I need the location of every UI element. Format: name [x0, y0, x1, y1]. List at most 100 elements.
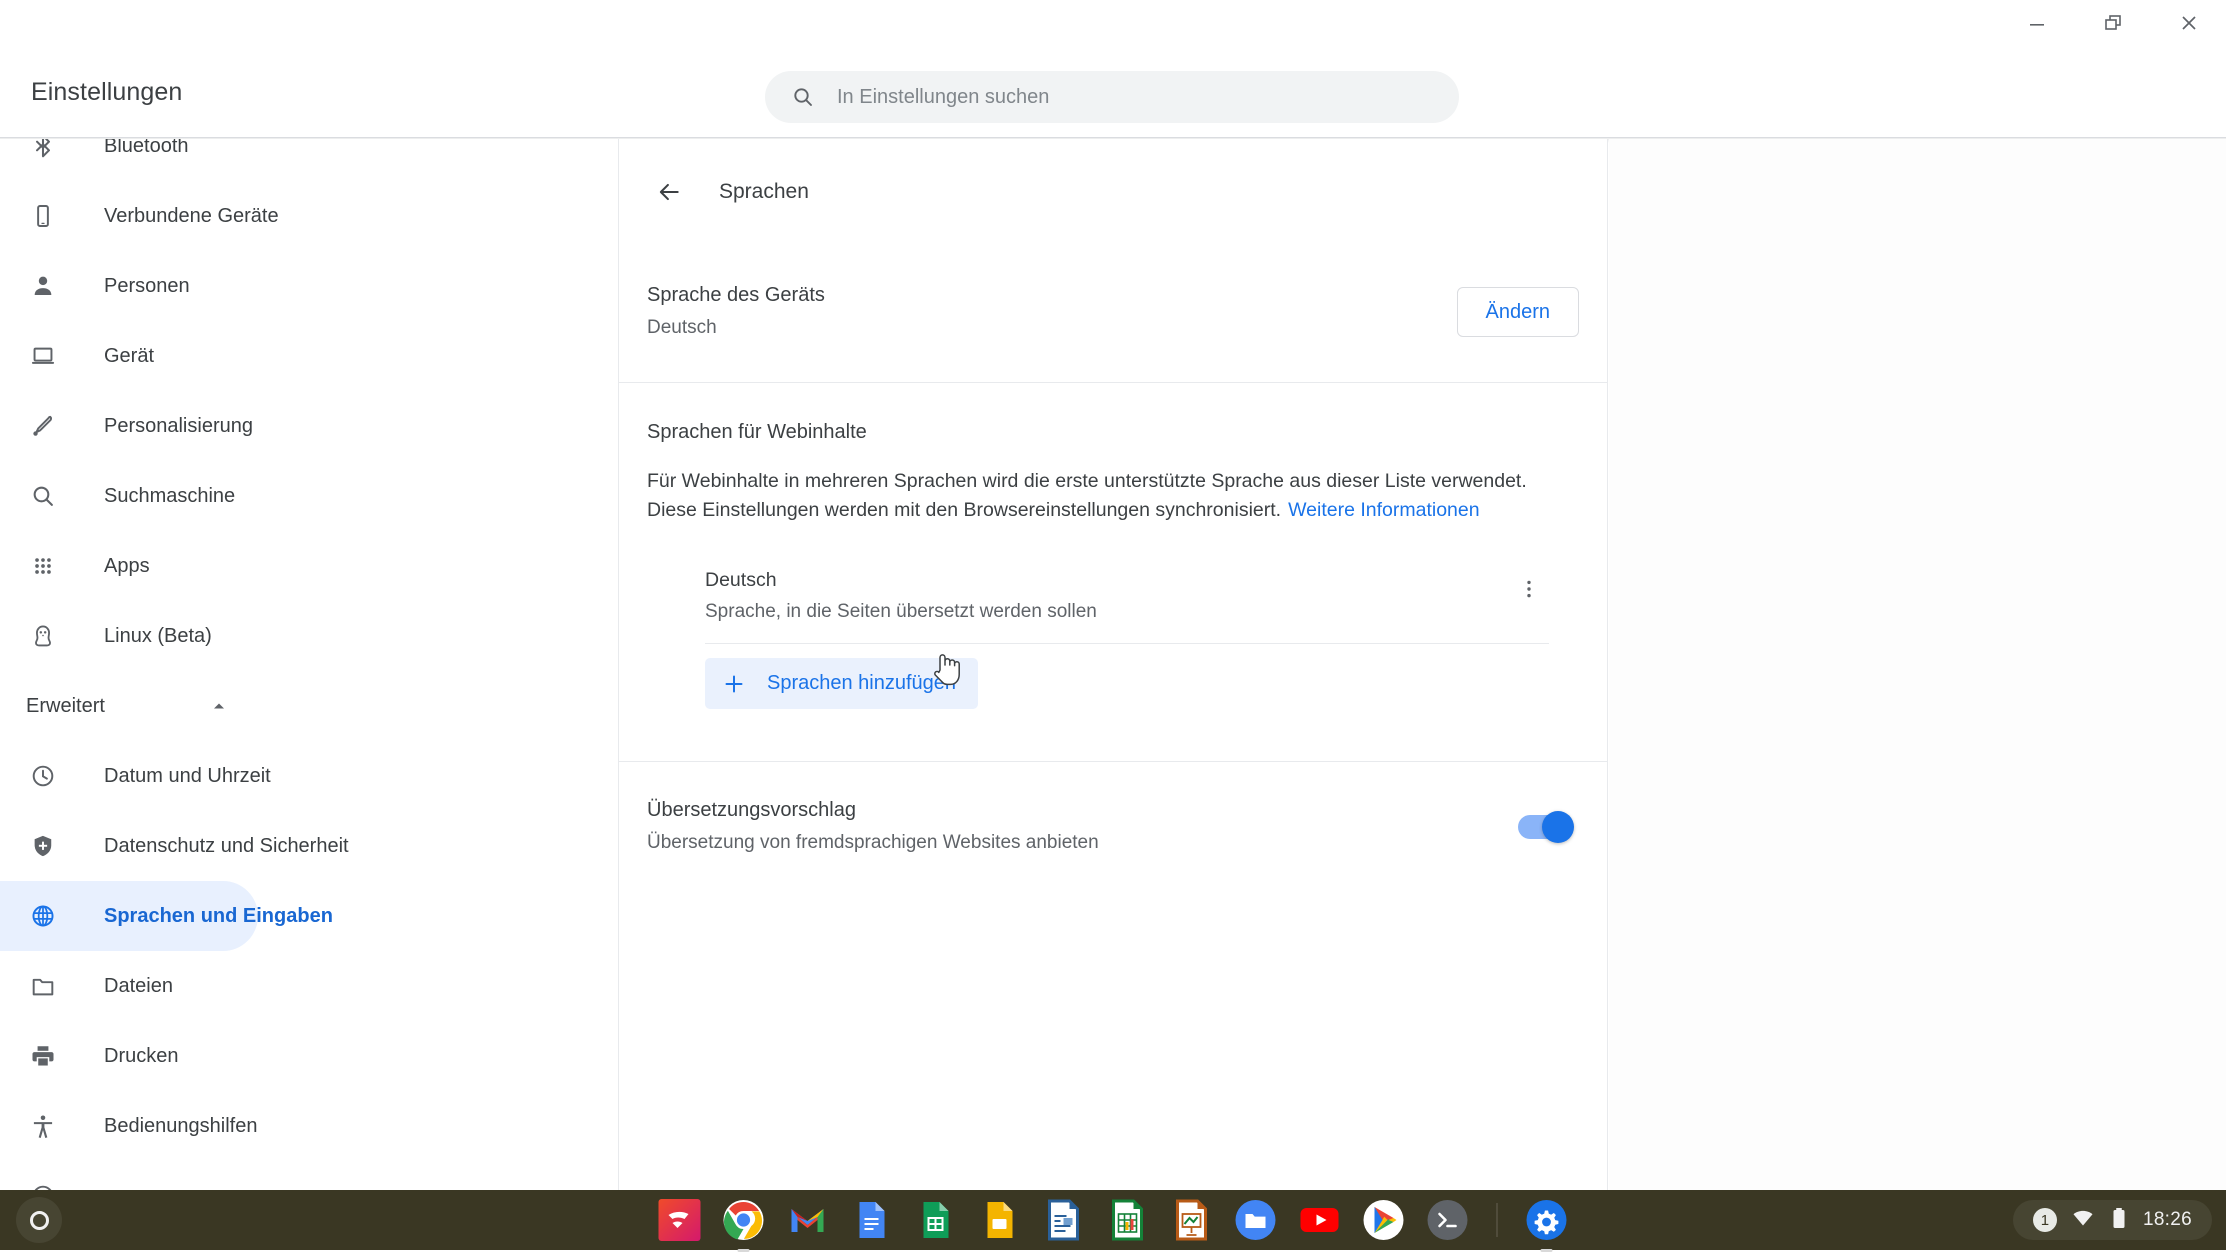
shelf-app-google-sheets[interactable] — [915, 1199, 957, 1241]
sidebar-item-accessibility[interactable]: Bedienungshilfen — [0, 1091, 258, 1161]
shelf-app-libreoffice-calc[interactable] — [1107, 1199, 1149, 1241]
translate-row: Übersetzungsvorschlag Übersetzung von fr… — [647, 762, 1579, 893]
launcher-button[interactable] — [16, 1197, 62, 1243]
translate-toggle[interactable] — [1518, 810, 1574, 843]
grid-icon — [26, 549, 60, 583]
battery-icon — [2109, 1206, 2129, 1235]
list-item[interactable]: Deutsch Sprache, in die Seiten übersetzt… — [705, 553, 1549, 644]
launcher-icon — [29, 1210, 49, 1230]
sidebar-item-label: Suchmaschine — [104, 484, 236, 507]
bluetooth-icon — [26, 139, 60, 163]
content-title: Sprachen — [719, 180, 809, 203]
shelf-app-stadia[interactable] — [658, 1199, 701, 1241]
sidebar-item-label: Linux (Beta) — [104, 624, 212, 647]
sidebar-item-device[interactable]: Gerät — [0, 321, 258, 391]
learn-more-link[interactable]: Weitere Informationen — [1288, 499, 1480, 521]
web-languages-title: Sprachen für Webinhalte — [647, 421, 867, 443]
sidebar-item-label: Datenschutz und Sicherheit — [104, 834, 349, 857]
sidebar: Bluetooth Verbundene Geräte Personen Ger… — [0, 139, 618, 1190]
content-panel: Sprachen Sprache des Geräts Deutsch Ände… — [618, 139, 1608, 1190]
sidebar-item-label: Gerät — [104, 344, 155, 367]
phone-icon — [26, 199, 60, 233]
shelf-app-settings[interactable] — [1526, 1199, 1568, 1252]
translate-title: Übersetzungsvorschlag — [647, 799, 856, 821]
chevron-up-icon — [210, 697, 228, 715]
more-options-icon[interactable] — [1509, 569, 1549, 609]
shelf-app-libreoffice-writer[interactable] — [1043, 1199, 1085, 1241]
shelf-app-youtube[interactable] — [1299, 1199, 1341, 1241]
clock-label: 18:26 — [2142, 1209, 2192, 1230]
translate-description: Übersetzung von fremdsprachigen Websites… — [647, 832, 1099, 853]
sidebar-item-label: Verbundene Geräte — [104, 204, 279, 227]
close-icon[interactable] — [2166, 0, 2212, 46]
brush-icon — [26, 409, 60, 443]
printer-icon — [26, 1039, 60, 1073]
person-icon — [26, 269, 60, 303]
sidebar-group-label: Erweitert — [26, 694, 105, 717]
title-bar: Einstellungen — [0, 0, 2226, 138]
shelf-app-files[interactable] — [1235, 1199, 1277, 1241]
device-language-section: Sprache des Geräts Deutsch Ändern — [619, 245, 1607, 382]
shelf-app-terminal[interactable] — [1427, 1199, 1469, 1241]
search-input[interactable] — [837, 85, 1433, 109]
sidebar-item-privacy-security[interactable]: Datenschutz und Sicherheit — [0, 811, 349, 881]
shelf-app-google-docs[interactable] — [851, 1199, 893, 1241]
search-icon — [26, 479, 60, 513]
folder-icon — [26, 969, 60, 1003]
sidebar-group-advanced[interactable]: Erweitert — [0, 671, 258, 741]
sidebar-item-label: Datum und Uhrzeit — [104, 764, 271, 787]
shelf-app-gmail[interactable] — [787, 1199, 829, 1241]
shelf-app-chrome[interactable] — [723, 1199, 765, 1252]
language-description: Sprache, in die Seiten übersetzt werden … — [705, 601, 1097, 622]
notification-badge: 1 — [2032, 1208, 2057, 1232]
sidebar-item-languages-input[interactable]: Sprachen und Eingaben — [0, 881, 333, 951]
sidebar-item-label: Personalisierung — [104, 414, 253, 437]
globe-icon — [26, 899, 60, 933]
sidebar-item-label: Bedienungshilfen — [104, 1114, 258, 1137]
page-title: Einstellungen — [31, 78, 183, 106]
sidebar-item-bluetooth[interactable]: Bluetooth — [0, 139, 258, 181]
sidebar-item-search-engine[interactable]: Suchmaschine — [0, 461, 258, 531]
device-language-title: Sprache des Geräts — [647, 284, 825, 306]
add-languages-label: Sprachen hinzufügen — [767, 672, 957, 694]
shelf-app-libreoffice-impress[interactable] — [1171, 1199, 1213, 1241]
wifi-icon — [2071, 1206, 2095, 1235]
status-tray[interactable]: 1 18:26 — [2012, 1200, 2212, 1240]
language-name: Deutsch — [705, 569, 777, 591]
sidebar-item-files[interactable]: Dateien — [0, 951, 258, 1021]
sidebar-item-connected-devices[interactable]: Verbundene Geräte — [0, 181, 279, 251]
web-languages-section: Sprachen für Webinhalte Für Webinhalte i… — [619, 383, 1607, 709]
penguin-icon — [26, 619, 60, 653]
maximize-restore-icon[interactable] — [2090, 0, 2136, 46]
sidebar-item-printing[interactable]: Drucken — [0, 1021, 258, 1091]
sidebar-item-apps[interactable]: Apps — [0, 531, 258, 601]
language-list: Deutsch Sprache, in die Seiten übersetzt… — [705, 553, 1549, 709]
accessibility-icon — [26, 1109, 60, 1143]
web-languages-description: Für Webinhalte in mehreren Sprachen wird… — [647, 467, 1547, 525]
sidebar-item-label: Dateien — [104, 974, 173, 997]
laptop-icon — [26, 339, 60, 373]
shelf-app-google-slides[interactable] — [979, 1199, 1021, 1241]
search-bar[interactable] — [765, 71, 1459, 123]
sidebar-item-label: Personen — [104, 274, 190, 297]
sidebar-item-label: Apps — [104, 554, 150, 577]
sidebar-item-personalization[interactable]: Personalisierung — [0, 391, 258, 461]
shelf: 1 18:26 — [0, 1190, 2226, 1252]
change-language-button[interactable]: Ändern — [1456, 286, 1579, 337]
device-language-value: Deutsch — [647, 317, 717, 338]
sidebar-item-label: Sprachen und Eingaben — [104, 904, 333, 927]
shelf-app-play-store[interactable] — [1363, 1199, 1405, 1241]
sidebar-item-people[interactable]: Personen — [0, 251, 258, 321]
header-divider — [0, 137, 2226, 138]
device-language-row: Sprache des Geräts Deutsch Ändern — [647, 245, 1579, 382]
add-languages-button[interactable]: Sprachen hinzufügen — [705, 658, 979, 709]
back-arrow-icon[interactable] — [647, 170, 691, 214]
settings-window: Einstellungen Bluetooth — [0, 0, 2226, 1190]
search-icon — [791, 85, 815, 109]
sidebar-item-linux-beta[interactable]: Linux (Beta) — [0, 601, 258, 671]
sidebar-item-label: Drucken — [104, 1044, 179, 1067]
sidebar-item-partial[interactable] — [0, 1161, 258, 1190]
minimize-icon[interactable] — [2014, 0, 2060, 46]
translate-section: Übersetzungsvorschlag Übersetzung von fr… — [619, 762, 1607, 893]
sidebar-item-date-time[interactable]: Datum und Uhrzeit — [0, 741, 271, 811]
